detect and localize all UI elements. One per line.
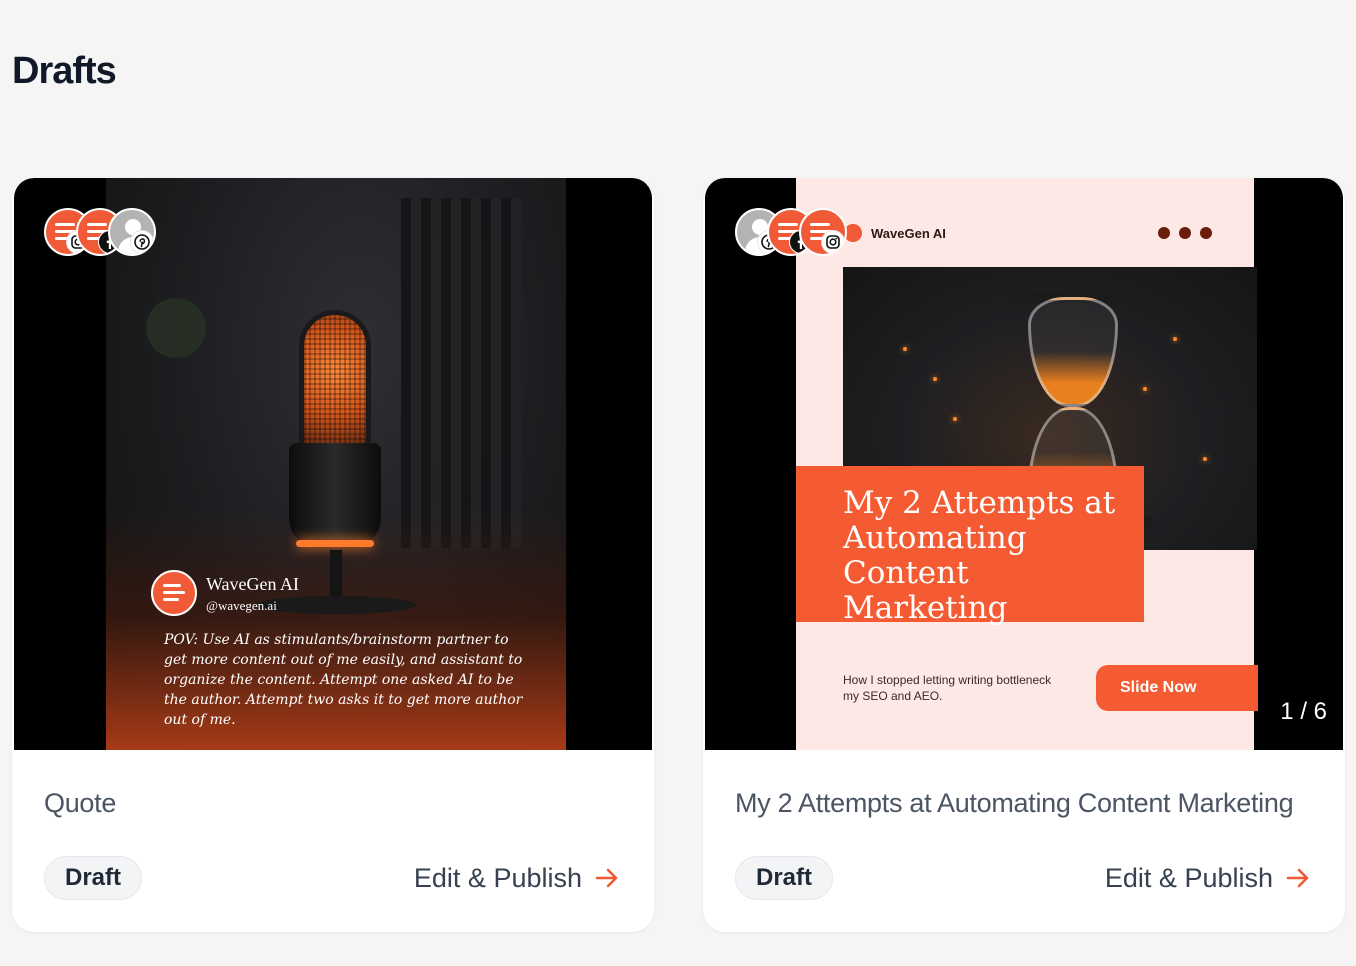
- preview-image: WaveGen AI @wavegen.ai POV: Use AI as st…: [106, 178, 566, 750]
- edit-publish-label: Edit & Publish: [413, 862, 582, 893]
- slide-subtext: How I stopped letting writing bottleneck…: [843, 673, 1052, 703]
- brand-name: WaveGen AI: [206, 574, 300, 594]
- preview-slide: WaveGen AI My 2 Attempts at Automating C…: [796, 178, 1258, 750]
- brand-handle: @wavegen.ai: [206, 598, 277, 613]
- status-badge: Draft: [735, 856, 834, 900]
- status-badge: Draft: [44, 856, 143, 900]
- edit-publish-button[interactable]: Edit & Publish: [414, 860, 620, 896]
- instagram-icon: [821, 230, 845, 254]
- draft-card[interactable]: WaveGen AI @wavegen.ai POV: Use AI as st…: [12, 178, 654, 932]
- edit-publish-label: Edit & Publish: [1104, 862, 1273, 893]
- arrow-right-icon: [1286, 868, 1309, 888]
- account-avatar[interactable]: [799, 208, 847, 256]
- microphone-icon: [299, 310, 371, 460]
- brand-logo: [151, 570, 197, 616]
- pinterest-icon: [130, 230, 154, 254]
- edit-publish-button[interactable]: Edit & Publish: [1105, 860, 1311, 896]
- slide-now-button: Slide Now: [1096, 665, 1258, 711]
- post-preview[interactable]: WaveGen AI @wavegen.ai POV: Use AI as st…: [14, 178, 652, 750]
- card-title: Quote: [44, 788, 117, 818]
- quote-text: POV: Use AI as stimulants/brainstorm par…: [164, 632, 523, 728]
- slide-headline: My 2 Attempts at Automating Content Mark…: [796, 466, 1144, 626]
- card-title: My 2 Attempts at Automating Content Mark…: [735, 788, 1294, 818]
- draft-card[interactable]: WaveGen AI My 2 Attempts at Automating C…: [703, 178, 1345, 932]
- radiator-decoration: [401, 198, 521, 548]
- carousel-preview[interactable]: WaveGen AI My 2 Attempts at Automating C…: [705, 178, 1343, 750]
- plant-decoration: [146, 298, 206, 358]
- more-dots-icon: [1158, 226, 1221, 244]
- page-title: Drafts: [12, 50, 117, 92]
- slide-counter: 1 / 6: [1280, 698, 1327, 725]
- arrow-right-icon: [595, 868, 618, 888]
- account-avatar[interactable]: [108, 208, 156, 256]
- brand-name: WaveGen AI: [871, 226, 946, 241]
